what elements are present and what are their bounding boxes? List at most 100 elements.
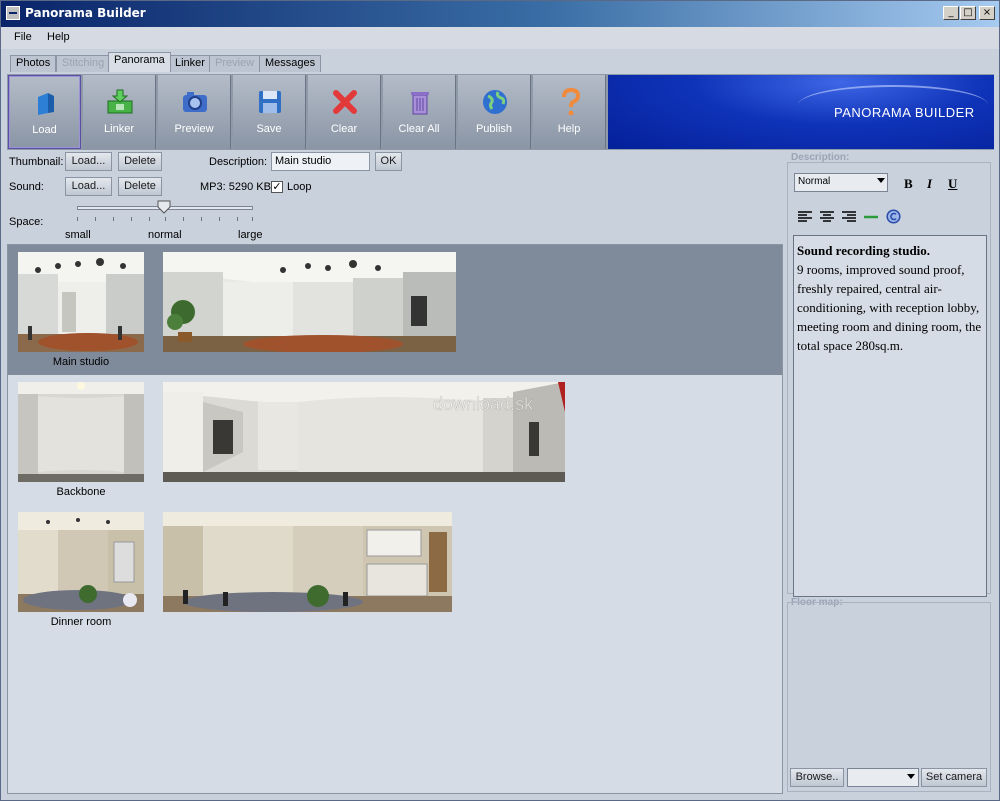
chevron-down-icon (877, 178, 885, 183)
load-label: Load (32, 124, 57, 136)
panorama-row-dinner-room[interactable]: Dinner room (8, 505, 782, 635)
tab-photos[interactable]: Photos (10, 55, 57, 72)
tab-linker[interactable]: Linker (169, 55, 211, 72)
watermark-text: download.sk (433, 394, 534, 414)
floor-map-select[interactable] (847, 768, 919, 787)
bold-button[interactable]: B (904, 176, 913, 192)
right-panel: Description: Normal B I U Sound recordin… (785, 151, 994, 794)
underline-button[interactable]: U (948, 176, 957, 192)
help-button[interactable]: Help (533, 75, 606, 149)
italic-button[interactable]: I (927, 176, 932, 192)
thumbnail-load-button[interactable]: Load... (65, 152, 112, 171)
panorama-row-backbone[interactable]: download.sk Backbone (8, 375, 782, 505)
clear-all-label: Clear All (398, 123, 440, 135)
paragraph-style-value: Normal (798, 176, 831, 187)
editor-body: 9 rooms, improved sound proof, freshly r… (797, 262, 982, 353)
loop-label: Loop (287, 181, 312, 193)
align-left-icon[interactable] (798, 211, 812, 223)
menu-file[interactable]: File (14, 31, 32, 43)
camera-icon (183, 92, 207, 112)
browse-button[interactable]: Browse.. (790, 768, 844, 787)
linker-icon (107, 89, 133, 114)
window-title: Panorama Builder (25, 6, 146, 20)
align-right-icon[interactable] (842, 211, 856, 223)
thumbnail-delete-button[interactable]: Delete (118, 152, 162, 171)
slider-tick (95, 217, 96, 221)
app-window: Panorama Builder _ □ × File Help Photos … (0, 0, 1000, 801)
align-center-icon[interactable] (820, 211, 834, 223)
minimize-button[interactable]: _ (943, 6, 959, 20)
help-label: Help (557, 123, 581, 135)
slider-tick (77, 217, 78, 221)
floor-map-group[interactable] (787, 602, 991, 792)
loop-checkbox[interactable]: ✓ (271, 181, 283, 193)
space-small-label: small (65, 229, 91, 241)
clear-button[interactable]: Clear (308, 75, 381, 149)
linker-label: Linker (104, 123, 134, 135)
space-normal-label: normal (148, 229, 182, 241)
save-button[interactable]: Save (233, 75, 306, 149)
panorama-thumbnail[interactable] (18, 252, 144, 352)
panorama-list: Main studio download.sk Backbone Dinner … (7, 244, 783, 794)
globe-icon (483, 90, 507, 114)
linker-button[interactable]: Linker (83, 75, 156, 149)
slider-tick (149, 217, 150, 221)
slider-tick (252, 217, 253, 221)
publish-label: Publish (475, 123, 513, 135)
save-label: Save (256, 123, 282, 135)
app-icon[interactable] (6, 6, 20, 20)
sound-label: Sound: (9, 181, 44, 193)
thumbnail-label: Thumbnail: (9, 156, 64, 168)
maximize-button[interactable]: □ (960, 6, 976, 20)
sound-load-button[interactable]: Load... (65, 177, 112, 196)
load-icon (38, 93, 54, 115)
paragraph-style-select[interactable]: Normal (794, 173, 888, 192)
clear-all-button[interactable]: Clear All (383, 75, 456, 149)
slider-tick (165, 217, 166, 221)
load-button[interactable]: Load (8, 75, 81, 149)
panorama-row-main-studio[interactable]: Main studio (8, 245, 782, 375)
sound-delete-button[interactable]: Delete (118, 177, 162, 196)
panorama-thumbnail[interactable] (18, 512, 144, 612)
panorama-caption: Dinner room (50, 616, 112, 628)
menu-help[interactable]: Help (47, 31, 70, 43)
save-icon (259, 91, 281, 113)
panorama-properties: Thumbnail: Load... Delete Description: M… (7, 151, 783, 243)
brand-banner: PANORAMA BUILDER (608, 75, 994, 149)
description-editor[interactable]: Sound recording studio. 9 rooms, improve… (793, 235, 987, 597)
menu-bar: File Help (1, 27, 999, 49)
ok-button[interactable]: OK (375, 152, 402, 171)
title-bar: Panorama Builder _ □ × (1, 1, 999, 27)
preview-button[interactable]: Preview (158, 75, 231, 149)
copyright-icon[interactable] (886, 209, 901, 224)
help-icon (562, 87, 581, 116)
trash-icon (411, 92, 429, 115)
tab-messages[interactable]: Messages (259, 55, 322, 72)
space-large-label: large (238, 229, 263, 241)
close-button[interactable]: × (979, 6, 995, 20)
clear-icon (333, 90, 357, 114)
slider-tick (201, 217, 202, 221)
toolbar: Load Linker Preview Save Clear Clear All… (7, 74, 994, 150)
publish-button[interactable]: Publish (458, 75, 531, 149)
panorama-caption: Backbone (56, 486, 106, 498)
tab-panorama[interactable]: Panorama (108, 52, 171, 72)
set-camera-button[interactable]: Set camera (921, 768, 987, 787)
panorama-image[interactable] (163, 512, 452, 612)
description-input[interactable]: Main studio (271, 152, 370, 171)
panorama-image[interactable] (163, 252, 456, 352)
panorama-image[interactable]: download.sk (163, 382, 565, 482)
slider-tick (219, 217, 220, 221)
tab-stitching: Stitching (56, 55, 111, 72)
tab-bar: Photos Stitching Panorama Linker Preview… (1, 49, 999, 73)
tab-preview: Preview (209, 55, 261, 72)
panorama-caption: Main studio (52, 356, 110, 368)
slider-tick (237, 217, 238, 221)
slider-tick (183, 217, 184, 221)
clear-label: Clear (330, 123, 358, 135)
space-slider-thumb[interactable] (157, 200, 171, 214)
horizontal-rule-icon[interactable] (864, 211, 878, 223)
description-label: Description: (209, 156, 268, 168)
editor-heading: Sound recording studio. (797, 243, 931, 258)
panorama-thumbnail[interactable] (18, 382, 144, 482)
